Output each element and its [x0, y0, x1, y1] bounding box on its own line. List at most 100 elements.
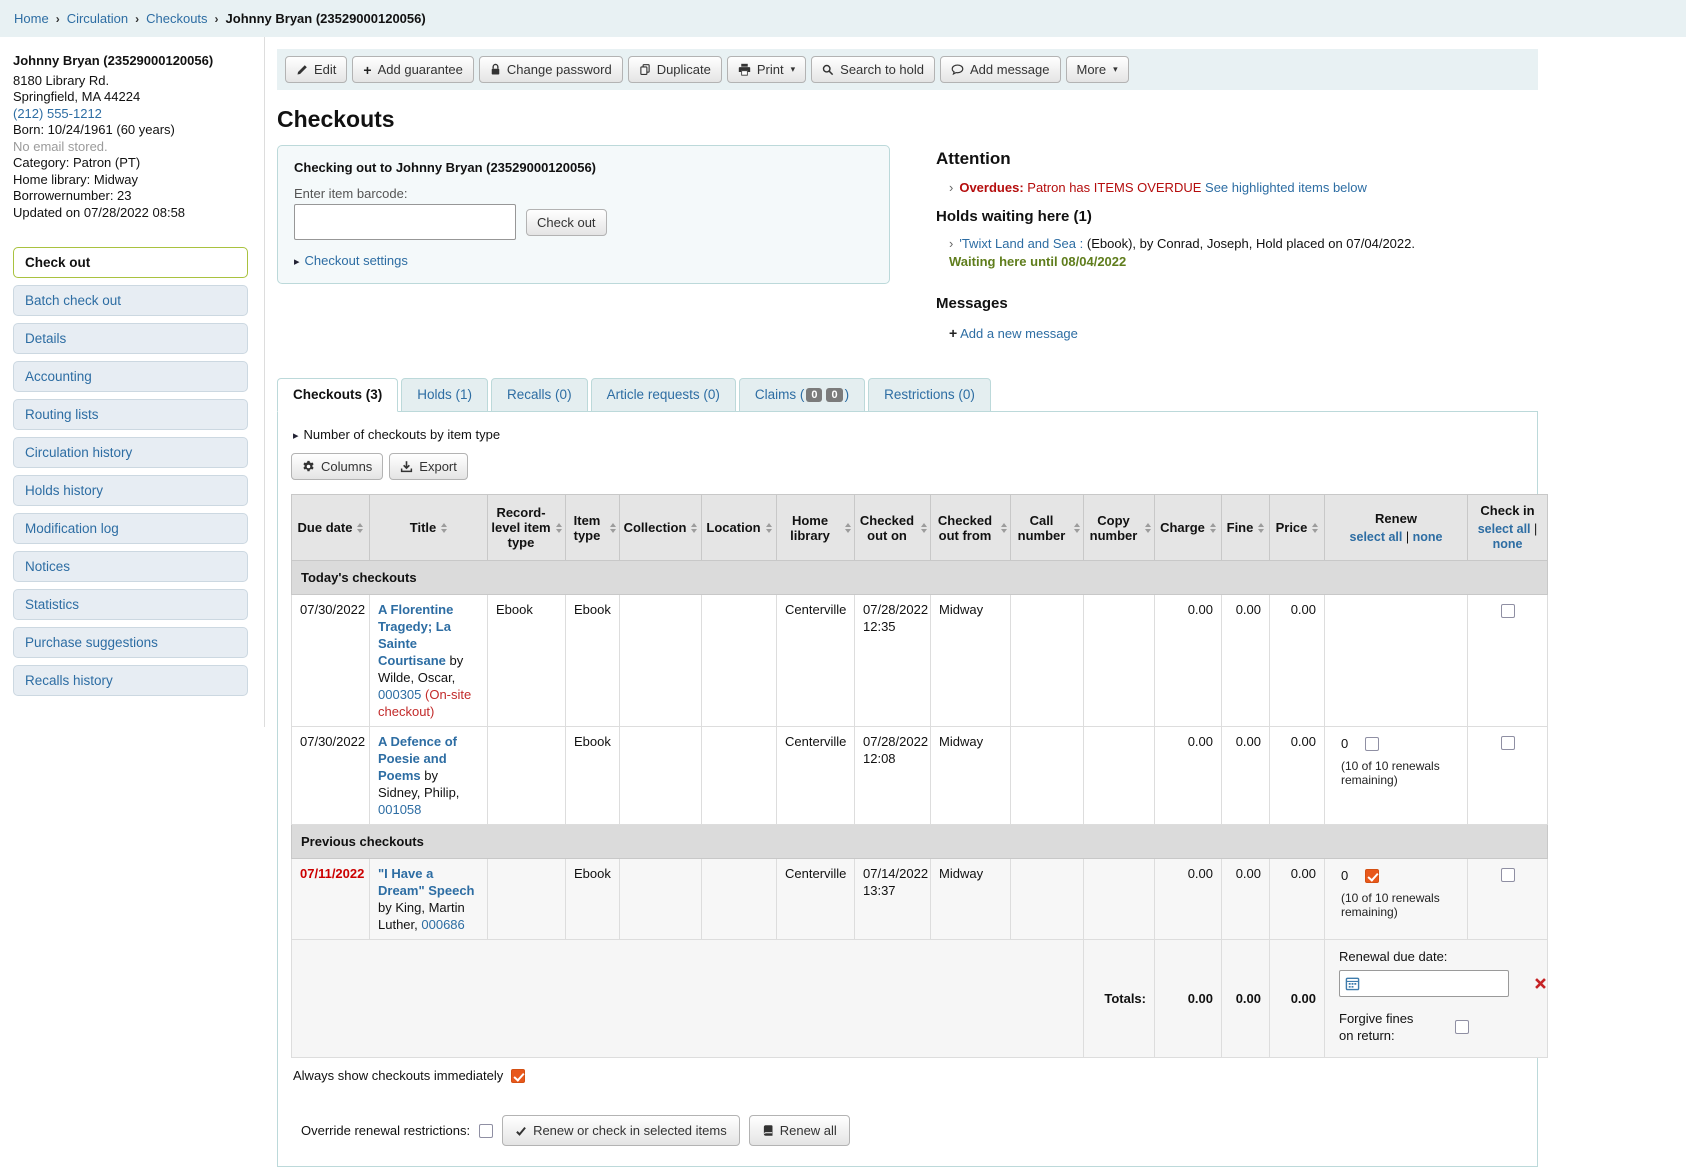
renew-all-button[interactable]: Renew all — [749, 1115, 850, 1146]
tab-holds-1[interactable]: Holds (1) — [401, 378, 488, 412]
checkout-row: 07/11/2022"I Have a Dream" Speech by Kin… — [292, 859, 1548, 940]
overdues-link[interactable]: See highlighted items below — [1205, 180, 1367, 195]
column-header-checked-out-on[interactable]: Checked out on — [855, 495, 931, 561]
location-cell — [702, 595, 777, 727]
column-header-item-type[interactable]: Item type — [566, 495, 620, 561]
sidebar-item-details[interactable]: Details — [13, 323, 248, 354]
sidebar-item-recalls-history[interactable]: Recalls history — [13, 665, 248, 696]
patron-phone-link[interactable]: (212) 555-1212 — [13, 106, 102, 121]
tab-label: Holds (1) — [417, 387, 472, 402]
hold-title-link[interactable]: 'Twixt Land and Sea : — [959, 236, 1083, 251]
checkin-checkbox[interactable] — [1501, 604, 1515, 618]
barcode-link[interactable]: 000305 — [378, 687, 421, 702]
checkout-button[interactable]: Check out — [526, 209, 607, 236]
title-link[interactable]: A Defence of Poesie and Poems — [378, 734, 457, 783]
add-message-button[interactable]: Add message — [940, 56, 1061, 83]
renewal-due-date-input[interactable] — [1339, 970, 1509, 997]
renew-checkbox[interactable] — [1365, 869, 1379, 883]
column-header-collection[interactable]: Collection — [620, 495, 702, 561]
patron-borrowernumber: Borrowernumber: 23 — [13, 188, 252, 204]
always-show-checkbox[interactable] — [511, 1069, 525, 1083]
column-header-fine[interactable]: Fine — [1222, 495, 1270, 561]
sidebar-item-statistics[interactable]: Statistics — [13, 589, 248, 620]
patron-name: Johnny Bryan (23529000120056) — [13, 53, 252, 69]
sidebar-item-holds-history[interactable]: Holds history — [13, 475, 248, 506]
table-header-row: Due dateTitleRecord-level item typeItem … — [292, 495, 1548, 561]
checkout-legend: Checking out to Johnny Bryan (2352900012… — [294, 160, 873, 175]
checkin-select-all-link[interactable]: select all — [1478, 522, 1531, 536]
barcode-link[interactable]: 001058 — [378, 802, 421, 817]
sidebar-item-check-out[interactable]: Check out — [13, 247, 248, 278]
column-header-home-library[interactable]: Home library — [777, 495, 855, 561]
sidebar-item-batch-check-out[interactable]: Batch check out — [13, 285, 248, 316]
renew-count: 0 — [1341, 735, 1348, 752]
edit-button[interactable]: Edit — [285, 56, 347, 83]
patron-home-library: Home library: Midway — [13, 172, 252, 188]
column-header-charge[interactable]: Charge — [1155, 495, 1222, 561]
sidebar-item-notices[interactable]: Notices — [13, 551, 248, 582]
renew-select-all-link[interactable]: select all — [1350, 530, 1403, 544]
column-header-checked-out-from[interactable]: Checked out from — [931, 495, 1011, 561]
table-group-row: Today's checkouts — [292, 561, 1548, 595]
tab-restrictions-0[interactable]: Restrictions (0) — [868, 378, 991, 412]
barcode-input[interactable] — [294, 204, 516, 240]
sidebar-item-purchase-suggestions[interactable]: Purchase suggestions — [13, 627, 248, 658]
column-header-price[interactable]: Price — [1270, 495, 1325, 561]
renew-checkbox[interactable] — [1365, 737, 1379, 751]
tab-claims[interactable]: Claims (00) — [739, 378, 865, 412]
print-button[interactable]: Print ▾ — [727, 56, 806, 83]
tab-recalls-0[interactable]: Recalls (0) — [491, 378, 588, 412]
checkouts-by-itemtype-toggle[interactable]: Number of checkouts by item type — [304, 427, 501, 442]
search-to-hold-button[interactable]: Search to hold — [811, 56, 935, 83]
charge-cell: 0.00 — [1155, 727, 1222, 825]
override-renewal-checkbox[interactable] — [479, 1124, 493, 1138]
breadcrumb-link-home[interactable]: Home — [14, 11, 49, 26]
tab-label: Article requests (0) — [607, 387, 720, 402]
column-header-title[interactable]: Title — [370, 495, 488, 561]
title-cell: "I Have a Dream" Speech by King, Martin … — [370, 859, 488, 940]
checkout-settings-link[interactable]: Checkout settings — [305, 253, 408, 268]
duplicate-button[interactable]: Duplicate — [628, 56, 722, 83]
column-header-due-date[interactable]: Due date — [292, 495, 370, 561]
tab-checkouts-3[interactable]: Checkouts (3) — [277, 378, 398, 412]
copy-icon — [639, 63, 651, 76]
add-guarantee-button[interactable]: + Add guarantee — [352, 56, 473, 83]
item-type-cell: Ebook — [566, 859, 620, 940]
clear-date-icon[interactable] — [1534, 977, 1547, 990]
renew-select-none-link[interactable]: none — [1413, 530, 1443, 544]
duplicate-label: Duplicate — [657, 62, 711, 77]
checkin-checkbox[interactable] — [1501, 868, 1515, 882]
columns-button[interactable]: Columns — [291, 453, 383, 480]
export-button[interactable]: Export — [389, 453, 468, 480]
sidebar-item-accounting[interactable]: Accounting — [13, 361, 248, 392]
patron-sidebar: Johnny Bryan (23529000120056) 8180 Libra… — [0, 37, 265, 727]
sidebar-item-routing-lists[interactable]: Routing lists — [13, 399, 248, 430]
column-header-record-level-item-type[interactable]: Record-level item type — [488, 495, 566, 561]
column-header-copy-number[interactable]: Copy number — [1084, 495, 1155, 561]
forgive-fines-checkbox[interactable] — [1455, 1020, 1469, 1034]
title-link[interactable]: "I Have a Dream" Speech — [378, 866, 474, 898]
due-date-cell: 07/11/2022 — [292, 859, 370, 940]
add-new-message-link[interactable]: Add a new message — [960, 326, 1078, 341]
renew-selected-button[interactable]: Renew or check in selected items — [502, 1115, 740, 1146]
item-type-cell: Ebook — [566, 595, 620, 727]
barcode-link[interactable]: 000686 — [421, 917, 464, 932]
home-library-cell: Centerville — [777, 859, 855, 940]
column-header-call-number[interactable]: Call number — [1011, 495, 1084, 561]
tab-article-requests-0[interactable]: Article requests (0) — [591, 378, 736, 412]
sidebar-item-modification-log[interactable]: Modification log — [13, 513, 248, 544]
column-header-location[interactable]: Location — [702, 495, 777, 561]
checkin-select-none-link[interactable]: none — [1493, 537, 1523, 551]
sort-icon — [766, 523, 772, 533]
checkouts-table: Due dateTitleRecord-level item typeItem … — [291, 494, 1548, 1058]
record-item-type-cell — [488, 727, 566, 825]
checkin-checkbox[interactable] — [1501, 736, 1515, 750]
sidebar-item-circulation-history[interactable]: Circulation history — [13, 437, 248, 468]
breadcrumb-link-circulation[interactable]: Circulation — [67, 11, 128, 26]
checked-out-on-cell: 07/14/2022 13:37 — [855, 859, 931, 940]
more-button[interactable]: More ▾ — [1066, 56, 1129, 83]
sort-icon — [845, 523, 851, 533]
breadcrumb-link-checkouts[interactable]: Checkouts — [146, 11, 207, 26]
title-link[interactable]: A Florentine Tragedy; La Sainte Courtisa… — [378, 602, 453, 668]
change-password-button[interactable]: Change password — [479, 56, 623, 83]
